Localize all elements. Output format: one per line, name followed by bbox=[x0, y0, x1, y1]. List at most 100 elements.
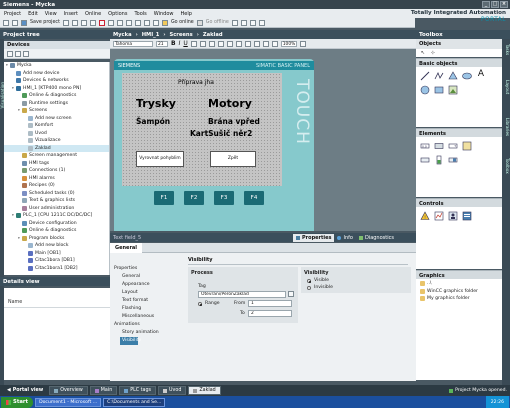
bring-front-icon[interactable] bbox=[244, 40, 251, 47]
menu-edit[interactable]: Edit bbox=[28, 11, 38, 17]
text-color-icon[interactable] bbox=[190, 40, 197, 47]
button-zpet[interactable]: Zpět bbox=[210, 151, 256, 167]
fill-color-icon[interactable] bbox=[199, 40, 206, 47]
editor-tab-overview[interactable]: Overview bbox=[49, 386, 88, 395]
side-tab-toolbox[interactable]: Toolbox bbox=[502, 158, 510, 174]
invisible-radio[interactable] bbox=[307, 286, 311, 290]
bar-icon[interactable] bbox=[434, 155, 444, 165]
taskbar-explorer-window[interactable]: C:\Documents and Se... bbox=[103, 397, 166, 407]
align-right-icon[interactable] bbox=[235, 40, 242, 47]
new-project-icon[interactable] bbox=[3, 19, 9, 26]
go-online-button[interactable]: Go online bbox=[171, 20, 194, 25]
start-button[interactable]: Start bbox=[1, 396, 34, 408]
font-select[interactable]: Tahoma bbox=[113, 40, 153, 47]
screen-header-text[interactable]: Příprava jha bbox=[178, 79, 214, 86]
redo-icon[interactable] bbox=[116, 19, 123, 26]
close-icon[interactable]: × bbox=[500, 1, 508, 8]
tree-item[interactable]: Komfort bbox=[4, 122, 109, 130]
property-nav-item[interactable]: Text format bbox=[110, 297, 184, 305]
lasso-icon[interactable]: ⊹ bbox=[428, 48, 438, 58]
tree-item[interactable]: Screen management bbox=[4, 152, 109, 160]
tree-item[interactable]: Recipes (0) bbox=[4, 182, 109, 190]
rectangle-icon[interactable] bbox=[434, 85, 444, 95]
tree-item[interactable]: ▾ PLC_1 [CPU 1211C DC/DC/DC] bbox=[4, 212, 109, 220]
compile-icon[interactable] bbox=[125, 19, 132, 26]
hmi-screen[interactable]: Příprava jha Trysky Motory Šampón Brána … bbox=[122, 73, 282, 186]
tree-item[interactable]: Add new device bbox=[4, 70, 109, 78]
side-tab-tasks[interactable]: Tasks bbox=[502, 44, 510, 55]
menu-insert[interactable]: Insert bbox=[64, 11, 78, 17]
group-icon[interactable] bbox=[262, 40, 269, 47]
portal-view-button[interactable]: ◀ Portal view bbox=[3, 386, 47, 395]
menu-help[interactable]: Help bbox=[181, 11, 192, 17]
download-icon[interactable] bbox=[134, 19, 141, 26]
circle-icon[interactable] bbox=[420, 85, 430, 95]
property-nav-item[interactable]: General bbox=[110, 273, 184, 281]
pointer-icon[interactable]: ↖ bbox=[418, 48, 428, 58]
go-online-icon[interactable] bbox=[161, 19, 168, 26]
tree-item[interactable]: Scheduled tasks (0) bbox=[4, 190, 109, 198]
alarm-view-icon[interactable]: ! bbox=[420, 211, 430, 221]
tree-item[interactable]: Device configuration bbox=[4, 220, 109, 228]
text-trysky[interactable]: Trysky bbox=[136, 97, 176, 110]
simulation-icon[interactable] bbox=[152, 19, 159, 26]
graphic-view-icon[interactable] bbox=[448, 85, 458, 95]
polyline-icon[interactable] bbox=[434, 71, 444, 81]
tree-item[interactable]: Zaklad bbox=[4, 144, 109, 152]
font-size-select[interactable]: 21 bbox=[156, 40, 168, 47]
function-key-f1[interactable]: F1 bbox=[154, 191, 174, 205]
tree-item[interactable]: Uvod bbox=[4, 130, 109, 138]
paste-icon[interactable] bbox=[89, 19, 96, 26]
graphics-header[interactable]: Graphics bbox=[416, 270, 502, 279]
underline-icon[interactable]: U bbox=[183, 40, 187, 47]
line-icon[interactable] bbox=[420, 71, 430, 81]
upload-icon[interactable] bbox=[143, 19, 150, 26]
align-center-icon[interactable] bbox=[226, 40, 233, 47]
zoom-select[interactable]: 100% bbox=[280, 40, 297, 47]
graphics-item[interactable]: WinCC graphics folder bbox=[416, 288, 502, 296]
line-color-icon[interactable] bbox=[208, 40, 215, 47]
text-sampon[interactable]: Šampón bbox=[136, 117, 170, 126]
devices-tab[interactable]: Devices bbox=[4, 41, 110, 49]
tag-browse-icon[interactable] bbox=[288, 291, 294, 297]
recipe-view-icon[interactable] bbox=[462, 211, 472, 221]
graphics-item[interactable]: ..\ bbox=[416, 280, 502, 288]
tag-field[interactable]: Otevrani/PeronZaklad bbox=[198, 291, 286, 298]
tree-item[interactable]: Devices & networks bbox=[4, 77, 109, 85]
button-icon[interactable] bbox=[434, 141, 444, 151]
tree-item[interactable]: Citac1bora1 [DB2] bbox=[4, 265, 109, 273]
menu-tools[interactable]: Tools bbox=[134, 11, 146, 17]
copy-icon[interactable] bbox=[80, 19, 87, 26]
range-radio[interactable] bbox=[198, 302, 202, 306]
to-field[interactable]: 2 bbox=[248, 310, 292, 317]
text-motory[interactable]: Motory bbox=[208, 97, 252, 110]
editor-tab-uvod[interactable]: Uvod bbox=[158, 386, 187, 395]
tree-item[interactable]: Add new block bbox=[4, 242, 109, 250]
date-time-icon[interactable] bbox=[420, 155, 430, 165]
cross-reference-icon[interactable] bbox=[240, 19, 247, 26]
bold-icon[interactable]: B bbox=[171, 40, 176, 47]
ellipse-icon[interactable] bbox=[462, 71, 472, 81]
basic-objects-header[interactable]: Basic objects bbox=[416, 58, 502, 67]
from-field[interactable]: 1 bbox=[248, 300, 292, 307]
property-nav-item[interactable]: Story animation bbox=[110, 329, 184, 337]
polygon-icon[interactable] bbox=[448, 71, 458, 81]
undo-icon[interactable] bbox=[107, 19, 114, 26]
tree-item[interactable]: Text & graphics lists bbox=[4, 197, 109, 205]
elements-header[interactable]: Elements bbox=[416, 128, 502, 137]
taskbar-word-document[interactable]: Document1 - Microsoft ... bbox=[35, 397, 102, 407]
tab-general[interactable]: General bbox=[110, 243, 142, 253]
tree-item[interactable]: ▾ HMI_1 [KTP400 mono PN] bbox=[4, 85, 109, 93]
save-icon[interactable] bbox=[21, 19, 27, 26]
visible-radio[interactable] bbox=[307, 279, 311, 283]
editor-tab-plc-tags[interactable]: PLC tags bbox=[119, 386, 157, 395]
property-nav-item[interactable]: Visibility bbox=[120, 337, 141, 345]
go-offline-icon[interactable] bbox=[196, 19, 203, 26]
breadcrumb-item[interactable]: Mycka bbox=[113, 32, 132, 38]
menu-window[interactable]: Window bbox=[154, 11, 174, 17]
menu-options[interactable]: Options bbox=[108, 11, 127, 17]
grid-icon[interactable] bbox=[299, 40, 306, 47]
property-nav-item[interactable]: Appearance bbox=[110, 281, 184, 289]
tree-item[interactable]: Vizualizace bbox=[4, 137, 109, 145]
symbolic-io-icon[interactable] bbox=[448, 141, 458, 151]
